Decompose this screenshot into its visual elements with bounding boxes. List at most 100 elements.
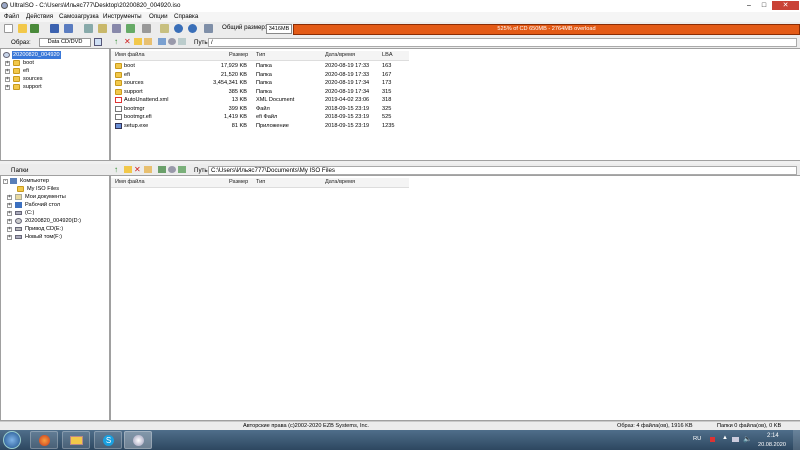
open-icon[interactable] xyxy=(18,24,27,33)
volume-icon[interactable]: 🔈 xyxy=(743,435,752,443)
firefox-taskbar-button[interactable] xyxy=(30,431,58,449)
folders-label: Папки xyxy=(11,167,29,174)
expand-icon[interactable]: + xyxy=(5,77,10,82)
column-header: Имя файла Размер Тип Дата/время LBA xyxy=(111,51,409,61)
expand-icon[interactable]: + xyxy=(5,69,10,74)
settings-icon[interactable] xyxy=(168,38,176,45)
cell-type: Папка xyxy=(256,88,272,95)
new-icon[interactable] xyxy=(4,24,13,33)
exit-icon[interactable] xyxy=(204,24,213,33)
expand-icon[interactable]: + xyxy=(5,61,10,66)
delete-icon[interactable]: ✕ xyxy=(134,165,141,174)
col-date[interactable]: Дата/время xyxy=(325,51,355,60)
add-icon[interactable] xyxy=(158,166,166,173)
cell-date: 2018-09-15 23:19 xyxy=(325,105,370,112)
cell-date: 2020-08-19 17:33 xyxy=(325,63,370,69)
new-folder-icon[interactable] xyxy=(134,38,142,45)
up-arrow-icon[interactable]: ↑ xyxy=(114,166,118,174)
file-row[interactable]: sources 3,454,341 KB Папка 2020-08-19 17:34… xyxy=(111,79,409,87)
flag-icon[interactable] xyxy=(710,437,715,442)
menu-options[interactable]: Опции xyxy=(149,13,168,20)
save-icon[interactable] xyxy=(50,24,59,33)
col-lba[interactable]: LBA xyxy=(382,51,393,60)
image-type-select[interactable]: Data CD/DVD xyxy=(39,38,91,47)
expand-icon[interactable]: + xyxy=(7,219,12,224)
clock-date[interactable]: 20.08.2020 xyxy=(758,442,786,448)
col-name[interactable]: Имя файла xyxy=(115,51,145,60)
new-folder-icon[interactable] xyxy=(124,166,132,173)
view-icon[interactable] xyxy=(178,38,186,45)
cut-icon[interactable] xyxy=(84,24,93,33)
burn-icon[interactable] xyxy=(112,24,121,33)
file-row[interactable]: bootmgr.efi 1,419 KB efi Файл 2018-09-15 23… xyxy=(111,113,409,121)
col-size[interactable]: Размер xyxy=(229,178,248,187)
menu-file[interactable]: Файл xyxy=(4,13,19,20)
close-button[interactable]: ✕ xyxy=(772,1,799,10)
show-desktop-button[interactable] xyxy=(793,430,800,450)
expand-icon[interactable]: + xyxy=(7,211,12,216)
clock-time[interactable]: 2:14 xyxy=(767,433,779,439)
file-row[interactable]: support 385 KB Папка 2020-08-19 17:34 315 xyxy=(111,88,409,96)
path-field[interactable]: / xyxy=(208,38,797,47)
local-path-field[interactable]: C:\Users\Ильяс777\Documents\My ISO Files xyxy=(208,166,797,175)
mount-icon[interactable] xyxy=(142,24,151,33)
skype-taskbar-button[interactable]: S xyxy=(94,431,122,449)
rename-icon[interactable] xyxy=(144,38,152,45)
settings-icon[interactable] xyxy=(168,166,176,173)
cell-name: support xyxy=(124,88,143,95)
cell-name: efi xyxy=(124,71,130,78)
cell-type: XML Document xyxy=(256,97,295,103)
rename-icon[interactable] xyxy=(144,166,152,173)
compress-icon[interactable] xyxy=(160,24,169,33)
save-as-icon[interactable] xyxy=(64,24,73,33)
menu-help[interactable]: Справка xyxy=(174,13,198,20)
col-date[interactable]: Дата/время xyxy=(325,178,355,187)
expand-icon[interactable]: + xyxy=(7,235,12,240)
file-row[interactable]: AutoUnattend.xml 13 KB XML Document 2019-04… xyxy=(111,96,409,104)
maximize-button[interactable]: □ xyxy=(757,1,771,10)
menu-bootable[interactable]: Самозагрузка xyxy=(59,13,99,20)
iso-nav-toolbar: ↑ ✕ Путь: / xyxy=(110,36,800,48)
cell-size: 13 KB xyxy=(231,97,247,103)
refresh-icon[interactable] xyxy=(178,166,186,173)
file-row[interactable]: setup.exe 81 KB Приложение 2018-09-15 23:19… xyxy=(111,122,409,130)
image-status: Образ: 4 файла(ов), 1916 KB xyxy=(617,423,693,429)
start-button[interactable] xyxy=(3,431,21,449)
copy-icon[interactable] xyxy=(98,24,107,33)
explorer-taskbar-button[interactable] xyxy=(62,431,90,449)
expand-icon[interactable]: + xyxy=(5,85,10,90)
file-row[interactable]: efi 21,520 KB Папка 2020-08-19 17:33 167 xyxy=(111,71,409,79)
delete-icon[interactable]: ✕ xyxy=(124,37,131,46)
menu-actions[interactable]: Действия xyxy=(26,13,53,20)
help-icon[interactable] xyxy=(188,24,197,33)
cell-name: boot xyxy=(124,63,135,69)
virtual-drive-icon[interactable] xyxy=(126,24,135,33)
ultraiso-taskbar-button[interactable] xyxy=(124,431,152,449)
menu-tools[interactable]: Инструменты xyxy=(103,13,142,20)
expand-icon[interactable]: + xyxy=(7,203,12,208)
extract-icon[interactable] xyxy=(30,24,39,33)
title-bar: UltraISO - C:\Users\Ильяс777\Desktop\202… xyxy=(0,0,800,12)
expand-tray-icon[interactable]: ▲ xyxy=(722,435,728,441)
cell-date: 2018-09-15 23:19 xyxy=(325,122,370,129)
expand-icon[interactable]: + xyxy=(7,195,12,200)
cell-lba: 525 xyxy=(382,114,392,120)
iso-file-list: Имя файла Размер Тип Дата/время LBA boot… xyxy=(110,48,800,161)
info-icon[interactable] xyxy=(174,24,183,33)
col-name[interactable]: Имя файла xyxy=(115,178,145,187)
file-row[interactable]: bootmgr 399 KB Файл 2018-09-15 23:19 325 xyxy=(111,105,409,113)
image-properties-icon[interactable] xyxy=(94,38,102,46)
properties-icon[interactable] xyxy=(158,38,166,45)
file-row[interactable]: boot 17,929 KB Папка 2020-08-19 17:33 163 xyxy=(111,62,409,70)
network-icon[interactable] xyxy=(732,437,739,442)
col-type[interactable]: Тип xyxy=(256,178,265,187)
language-indicator[interactable]: RU xyxy=(693,436,701,442)
minimize-button[interactable]: – xyxy=(742,1,756,10)
cell-size: 3,454,341 KB xyxy=(213,80,247,86)
col-size[interactable]: Размер xyxy=(229,51,248,60)
up-arrow-icon[interactable]: ↑ xyxy=(114,38,121,46)
collapse-icon[interactable]: - xyxy=(3,179,8,184)
xml-icon xyxy=(115,97,122,103)
col-type[interactable]: Тип xyxy=(256,51,265,60)
expand-icon[interactable]: + xyxy=(7,227,12,232)
